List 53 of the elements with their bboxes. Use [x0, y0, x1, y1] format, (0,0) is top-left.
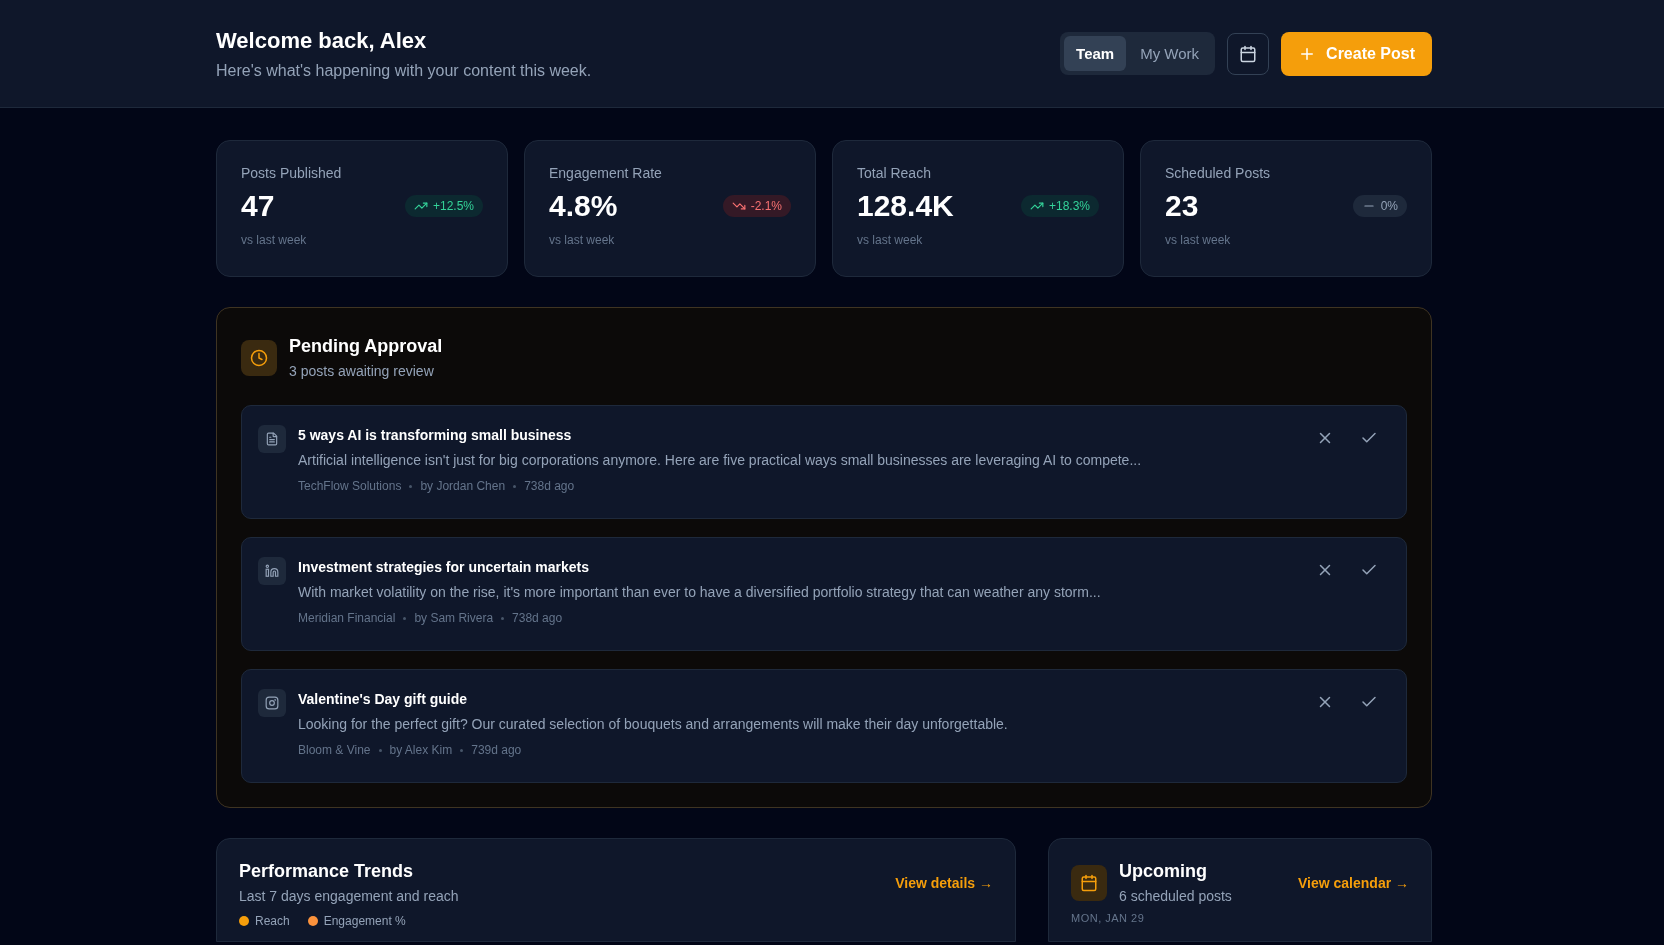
day-heading: MON, JAN 29 — [1071, 912, 1146, 924]
stat-label: Posts Published — [241, 165, 343, 181]
legend-label: Reach — [255, 914, 290, 928]
post-title: Investment strategies for uncertain markets — [298, 559, 590, 575]
change-value: +18.3% — [1048, 199, 1090, 213]
post-author: by Alex Kim — [389, 743, 453, 757]
stat-note: vs last week — [241, 233, 308, 247]
stat-value: 128.4K — [857, 189, 954, 223]
stat-label: Total Reach — [857, 165, 932, 181]
view-tab[interactable]: Team — [1064, 36, 1127, 71]
change-value: +12.5% — [432, 199, 474, 213]
stat-note: vs last week — [857, 233, 924, 247]
post-age: 738d ago — [524, 479, 575, 493]
stat-note: vs last week — [1165, 233, 1232, 247]
post-author: by Jordan Chen — [420, 479, 506, 493]
calendar-icon — [1080, 873, 1098, 892]
camera-icon — [265, 696, 279, 710]
page-subtitle: Here's what's happening with your content this week. — [216, 61, 592, 80]
post-title: Valentine's Day gift guide — [298, 691, 469, 707]
section-subtitle: 3 posts awaiting review — [289, 363, 435, 379]
section-subtitle: 6 scheduled posts — [1119, 888, 1232, 904]
view-calendar-link[interactable]: View calendar → — [1298, 874, 1409, 891]
post-excerpt: Looking for the perfect gift? Our curated selection of bouquets and arrangements will make their day unforgettable. — [298, 716, 1009, 732]
stat-label: Engagement Rate — [549, 165, 663, 181]
page-title: Welcome back, Alex — [216, 27, 428, 54]
section-title: Pending Approval — [289, 336, 443, 357]
post-title: 5 ways AI is transforming small business — [298, 427, 573, 443]
change-value: -2.1% — [750, 199, 782, 213]
stat-note: vs last week — [549, 233, 616, 247]
stat-value: 47 — [241, 189, 275, 223]
calendar-icon — [1239, 44, 1258, 63]
client-name: TechFlow Solutions — [298, 479, 402, 493]
stat-value: 23 — [1165, 189, 1199, 223]
post-excerpt: With market volatility on the rise, it's more important than ever to have a diversified portfolio strategy that can weather any storm... — [298, 584, 1102, 600]
stat-value: 4.8% — [549, 189, 618, 223]
post-age: 738d ago — [512, 611, 563, 625]
view-tab[interactable]: My Work — [1128, 36, 1212, 71]
client-name: Meridian Financial — [298, 611, 396, 625]
stat-label: Scheduled Posts — [1165, 165, 1272, 181]
clock-icon — [250, 348, 268, 367]
change-value: 0% — [1380, 199, 1398, 213]
document-icon — [265, 432, 279, 446]
post-author: by Sam Rivera — [414, 611, 494, 625]
post-age: 739d ago — [471, 743, 522, 757]
calendar-button[interactable] — [1227, 32, 1270, 75]
client-name: Bloom & Vine — [298, 743, 371, 757]
linkedin-icon — [265, 564, 279, 578]
section-subtitle: Last 7 days engagement and reach — [239, 888, 459, 904]
section-title: Upcoming — [1119, 861, 1208, 882]
legend-label: Engagement % — [323, 914, 406, 928]
post-excerpt: Artificial intelligence isn't just for big corporations anymore. Here are five practical ways small businesses are leveraging AI to compete... — [298, 452, 1143, 468]
section-title: Performance Trends — [239, 861, 415, 882]
view-details-link[interactable]: View details → — [895, 874, 993, 891]
